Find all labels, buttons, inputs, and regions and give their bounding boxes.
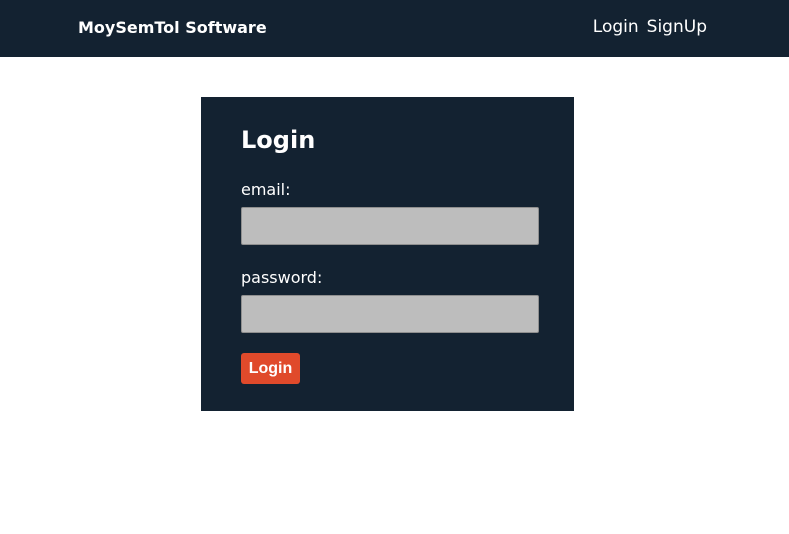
email-label: email:	[241, 180, 291, 199]
email-field[interactable]	[241, 207, 539, 245]
top-navbar: MoySemTol Software Login SignUp	[0, 0, 789, 57]
nav-links: Login SignUp	[593, 16, 707, 38]
password-field[interactable]	[241, 295, 539, 333]
login-form-title: Login	[241, 126, 316, 154]
nav-signup-link[interactable]: SignUp	[647, 16, 707, 38]
login-submit-button[interactable]: Login	[241, 353, 300, 384]
login-form-card: Login email: password: Login	[201, 97, 574, 411]
brand-logo-text[interactable]: MoySemTol Software	[78, 17, 267, 39]
password-label: password:	[241, 268, 323, 287]
nav-login-link[interactable]: Login	[593, 16, 639, 38]
